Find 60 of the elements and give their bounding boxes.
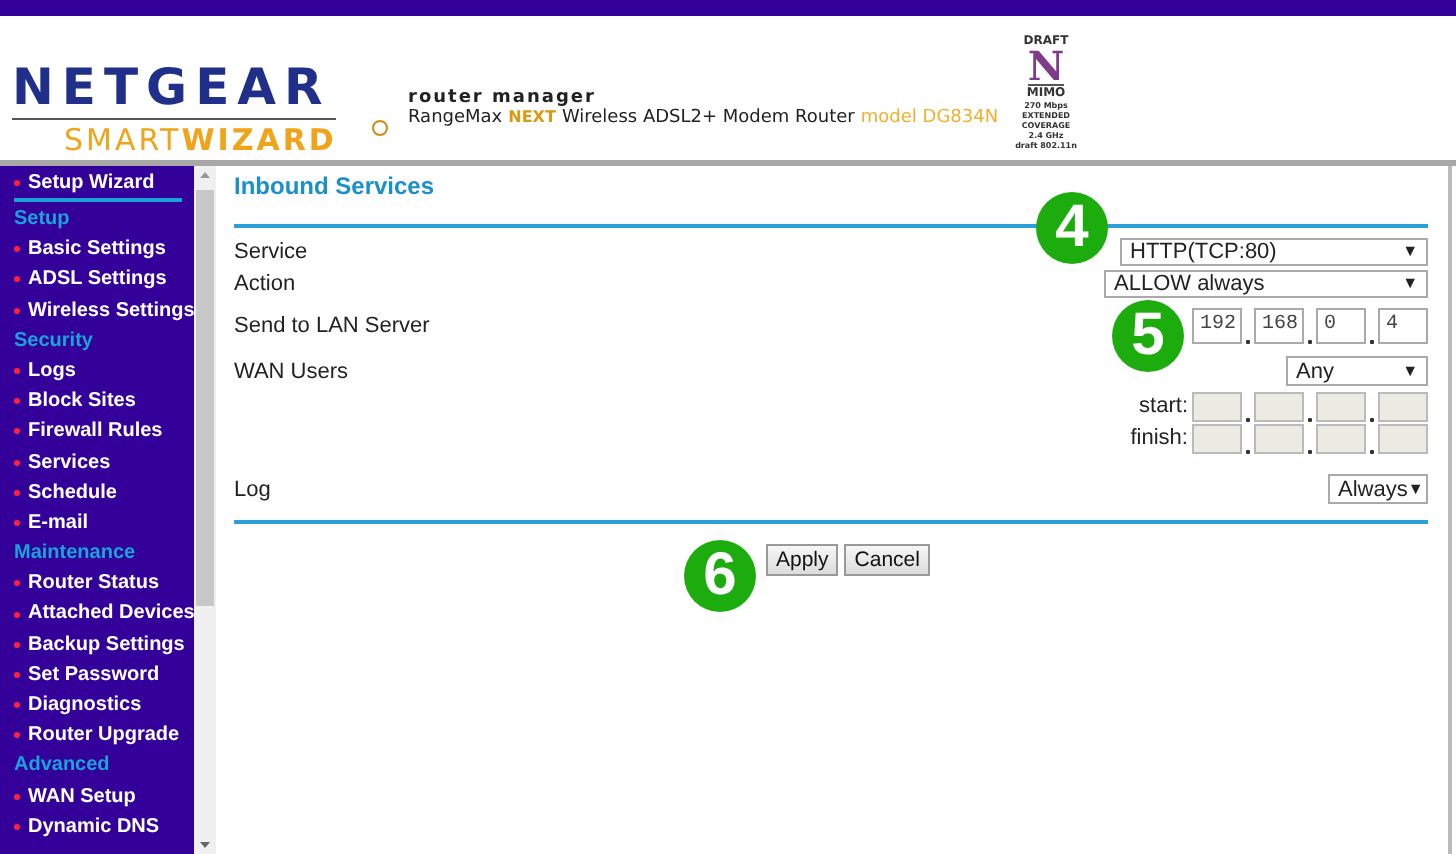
menu-link[interactable]: Services: [14, 447, 194, 478]
ip-octet-field[interactable]: 168: [1254, 308, 1304, 344]
model-name: model DG834N: [860, 108, 999, 128]
dot-separator-icon: [1244, 417, 1252, 421]
section-heading: Advanced: [14, 752, 112, 781]
page-title: Inbound Services: [234, 170, 437, 204]
field-label: Service: [234, 239, 308, 263]
menu-link[interactable]: Firewall Rules: [14, 416, 194, 447]
menu-link[interactable]: Schedule: [14, 477, 194, 508]
section-heading: Maintenance: [14, 540, 138, 569]
dot-separator-icon: [1306, 340, 1314, 344]
menu-link[interactable]: Wireless Settings: [14, 295, 194, 326]
menu-link[interactable]: E-mail: [14, 507, 194, 539]
dot-separator-icon: [1368, 340, 1376, 344]
ip-octet-field[interactable]: 0: [1316, 308, 1366, 344]
step-number: 6: [684, 540, 756, 612]
tagline: router manager: [408, 88, 596, 108]
dot-separator-icon: [1368, 449, 1376, 453]
menu-link[interactable]: WAN Setup: [14, 781, 194, 812]
dropdown[interactable]: Any ▼: [1286, 356, 1428, 386]
device-description: Wireless ADSL2+ Modem Router: [561, 108, 855, 128]
dropdown[interactable]: ALLOW always ▼: [1104, 269, 1428, 297]
step-number: 5: [1112, 300, 1184, 372]
form-button[interactable]: Cancel: [844, 544, 930, 576]
dropdown[interactable]: HTTP(TCP:80) ▼: [1120, 237, 1428, 265]
field-label: Action: [234, 271, 296, 295]
dot-separator-icon: [1368, 417, 1376, 421]
dot-separator-icon: [1244, 449, 1252, 453]
menu-link[interactable]: Attached Devices: [14, 598, 194, 630]
ip-octet-field[interactable]: 4: [1378, 308, 1428, 344]
dropdown[interactable]: Always▼: [1328, 474, 1428, 504]
dot-separator-icon: [1306, 449, 1314, 453]
field-label: finish:: [1130, 426, 1188, 450]
brand-logo: NETGEAR: [12, 58, 331, 118]
menu-link[interactable]: Setup Wizard: [14, 168, 182, 202]
menu-link[interactable]: Dynamic DNS: [14, 811, 194, 842]
section-heading: Security: [14, 327, 95, 356]
range-name: RangeMax: [408, 108, 503, 128]
product-name: SMARTWIZARD: [12, 118, 337, 160]
menu-link[interactable]: ADSL Settings: [14, 264, 194, 296]
range-suffix: NEXT: [508, 108, 556, 126]
menu-link[interactable]: Router Status: [14, 568, 194, 599]
menu-link[interactable]: Set Password: [14, 659, 194, 690]
menu-link[interactable]: Basic Settings: [14, 234, 194, 265]
field-label: Send to LAN Server: [234, 314, 430, 338]
field-label: Log: [234, 477, 271, 501]
dot-separator-icon: [1244, 340, 1252, 344]
field-label: WAN Users: [234, 359, 349, 383]
dot-separator-icon: [1306, 417, 1314, 421]
menu-link[interactable]: Block Sites: [14, 386, 194, 417]
ip-octet-field[interactable]: 192: [1192, 308, 1242, 344]
menu-link[interactable]: Router Upgrade: [14, 720, 194, 751]
menu-link[interactable]: Backup Settings: [14, 629, 194, 660]
field-label: start:: [1139, 394, 1188, 418]
section-heading: Setup: [14, 206, 72, 234]
menu-link[interactable]: Diagnostics: [14, 690, 194, 721]
step-number: 4: [1036, 192, 1108, 264]
circle-icon: [372, 120, 388, 136]
form-button[interactable]: Apply: [766, 544, 839, 576]
menu-link[interactable]: Logs: [14, 355, 194, 387]
